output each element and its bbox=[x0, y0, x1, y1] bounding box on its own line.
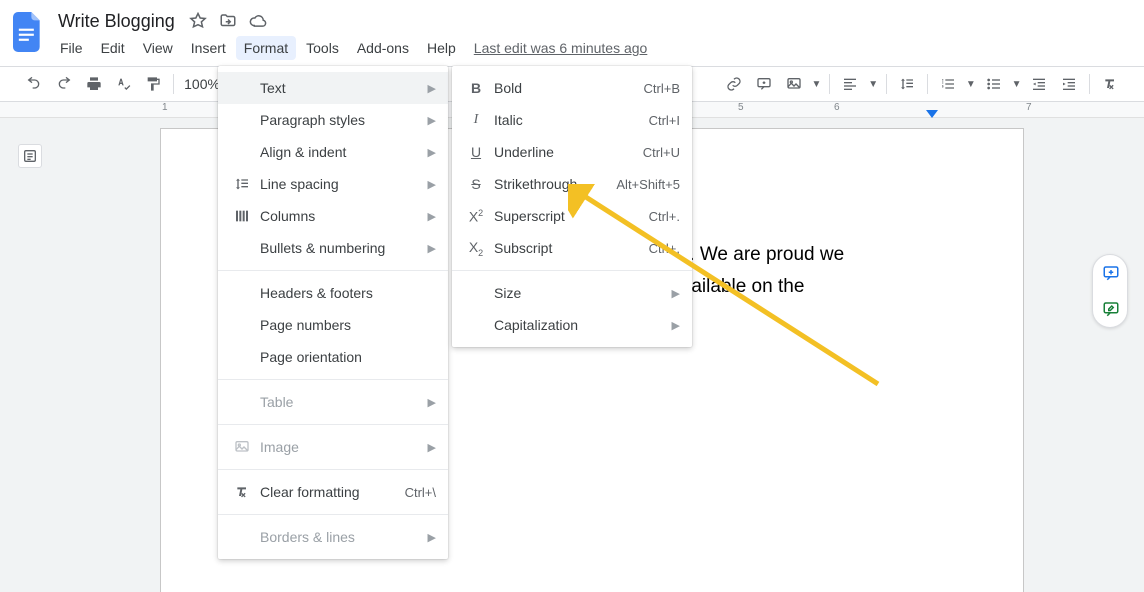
menuitem-image: Image▶ bbox=[218, 431, 448, 463]
decrease-indent-button[interactable] bbox=[1025, 70, 1053, 98]
menu-help[interactable]: Help bbox=[419, 36, 464, 60]
menu-view[interactable]: View bbox=[135, 36, 181, 60]
separator bbox=[218, 379, 448, 380]
menu-insert[interactable]: Insert bbox=[183, 36, 234, 60]
menuitem-borders-lines: Borders & lines▶ bbox=[218, 521, 448, 553]
menuitem-subscript[interactable]: X2 Subscript Ctrl+, bbox=[452, 232, 692, 264]
comment-button[interactable] bbox=[750, 70, 778, 98]
chevron-down-icon[interactable]: ▼ bbox=[1010, 79, 1024, 90]
menuitem-bold[interactable]: B Bold Ctrl+B bbox=[452, 72, 692, 104]
bold-icon: B bbox=[464, 80, 488, 96]
chevron-down-icon[interactable]: ▼ bbox=[810, 79, 824, 90]
last-edit-link[interactable]: Last edit was 6 minutes ago bbox=[466, 36, 656, 60]
move-icon[interactable] bbox=[219, 12, 237, 30]
menu-format[interactable]: Format bbox=[236, 36, 296, 60]
line-spacing-button[interactable] bbox=[893, 70, 921, 98]
menu-edit[interactable]: Edit bbox=[93, 36, 133, 60]
superscript-icon: X2 bbox=[464, 208, 488, 225]
undo-button[interactable] bbox=[20, 70, 48, 98]
menuitem-line-spacing[interactable]: Line spacing▶ bbox=[218, 168, 448, 200]
chevron-down-icon[interactable]: ▼ bbox=[964, 79, 978, 90]
menuitem-page-numbers[interactable]: Page numbers bbox=[218, 309, 448, 341]
underline-icon: U bbox=[464, 144, 488, 160]
ruler-tick: 7 bbox=[1024, 102, 1120, 117]
columns-icon bbox=[230, 208, 254, 224]
separator bbox=[886, 74, 887, 94]
italic-icon: I bbox=[464, 112, 488, 128]
menuitem-superscript[interactable]: X2 Superscript Ctrl+. bbox=[452, 200, 692, 232]
menuitem-size[interactable]: Size▶ bbox=[452, 277, 692, 309]
separator bbox=[452, 270, 692, 271]
menuitem-table: Table▶ bbox=[218, 386, 448, 418]
add-comment-button[interactable] bbox=[1093, 255, 1129, 291]
bulleted-list-button[interactable] bbox=[980, 70, 1008, 98]
image-icon bbox=[230, 439, 254, 455]
strikethrough-icon: S bbox=[464, 176, 488, 192]
menuitem-strikethrough[interactable]: S Strikethrough Alt+Shift+5 bbox=[452, 168, 692, 200]
chevron-down-icon[interactable]: ▼ bbox=[866, 79, 880, 90]
cloud-icon[interactable] bbox=[249, 12, 267, 30]
separator bbox=[218, 270, 448, 271]
separator bbox=[829, 74, 830, 94]
ruler-tick: 6 bbox=[832, 102, 928, 117]
menuitem-italic[interactable]: I Italic Ctrl+I bbox=[452, 104, 692, 136]
docs-logo[interactable] bbox=[8, 12, 48, 52]
menuitem-columns[interactable]: Columns▶ bbox=[218, 200, 448, 232]
menu-file[interactable]: File bbox=[52, 36, 91, 60]
menuitem-paragraph-styles[interactable]: Paragraph styles▶ bbox=[218, 104, 448, 136]
menu-addons[interactable]: Add-ons bbox=[349, 36, 417, 60]
separator bbox=[218, 424, 448, 425]
subscript-icon: X2 bbox=[464, 239, 488, 258]
menuitem-align-indent[interactable]: Align & indent▶ bbox=[218, 136, 448, 168]
menuitem-text[interactable]: Text▶ bbox=[218, 72, 448, 104]
separator bbox=[173, 74, 174, 94]
ruler-tick bbox=[928, 102, 1024, 117]
suggest-edits-button[interactable] bbox=[1093, 291, 1129, 327]
separator bbox=[927, 74, 928, 94]
separator bbox=[218, 469, 448, 470]
spellcheck-button[interactable] bbox=[109, 70, 137, 98]
menubar: File Edit View Insert Format Tools Add-o… bbox=[52, 36, 655, 60]
text-submenu-dropdown: B Bold Ctrl+B I Italic Ctrl+I U Underlin… bbox=[452, 66, 692, 347]
show-outline-button[interactable] bbox=[18, 144, 42, 168]
right-indent-marker[interactable] bbox=[926, 110, 938, 118]
menuitem-page-orientation[interactable]: Page orientation bbox=[218, 341, 448, 373]
line-spacing-icon bbox=[230, 176, 254, 192]
app-header: Write Blogging File Edit View Insert For… bbox=[0, 0, 1144, 60]
clear-formatting-icon bbox=[230, 484, 254, 500]
increase-indent-button[interactable] bbox=[1055, 70, 1083, 98]
side-panel bbox=[1092, 254, 1128, 328]
menuitem-bullets-numbering[interactable]: Bullets & numbering▶ bbox=[218, 232, 448, 264]
clear-format-button[interactable] bbox=[1096, 70, 1124, 98]
format-menu-dropdown: Text▶ Paragraph styles▶ Align & indent▶ … bbox=[218, 66, 448, 559]
menuitem-clear-formatting[interactable]: Clear formatting Ctrl+\ bbox=[218, 476, 448, 508]
image-button[interactable] bbox=[780, 70, 808, 98]
numbered-list-button[interactable] bbox=[934, 70, 962, 98]
paint-format-button[interactable] bbox=[139, 70, 167, 98]
menu-tools[interactable]: Tools bbox=[298, 36, 347, 60]
menuitem-underline[interactable]: U Underline Ctrl+U bbox=[452, 136, 692, 168]
menuitem-capitalization[interactable]: Capitalization▶ bbox=[452, 309, 692, 341]
menuitem-headers-footers[interactable]: Headers & footers bbox=[218, 277, 448, 309]
separator bbox=[1089, 74, 1090, 94]
print-button[interactable] bbox=[80, 70, 108, 98]
align-button[interactable] bbox=[836, 70, 864, 98]
separator bbox=[218, 514, 448, 515]
redo-button[interactable] bbox=[50, 70, 78, 98]
document-title[interactable]: Write Blogging bbox=[52, 9, 181, 34]
ruler-tick: 5 bbox=[736, 102, 832, 117]
link-button[interactable] bbox=[720, 70, 748, 98]
star-icon[interactable] bbox=[189, 12, 207, 30]
